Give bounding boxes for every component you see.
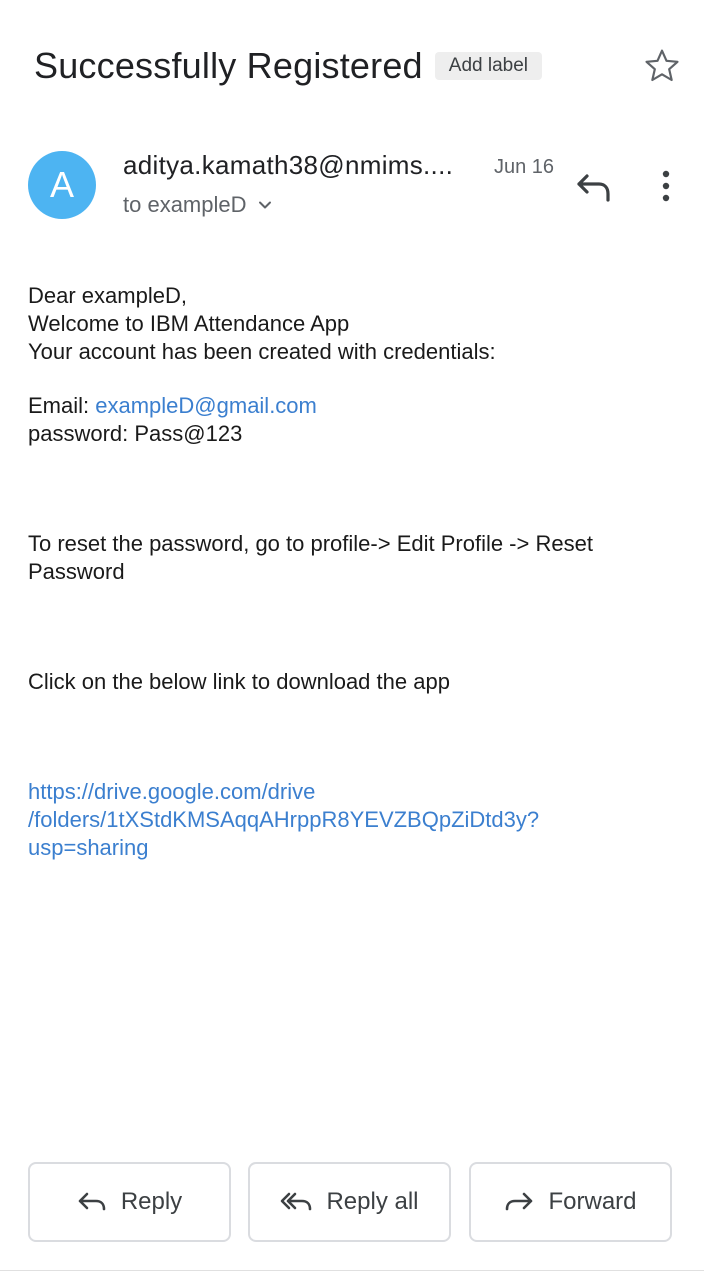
reply-button-label: Reply xyxy=(120,1188,183,1215)
forward-button[interactable]: Forward xyxy=(469,1162,672,1242)
email-date: Jun 16 xyxy=(494,156,555,178)
more-vertical-icon[interactable] xyxy=(654,166,678,206)
star-icon[interactable] xyxy=(642,46,682,86)
bottom-divider xyxy=(0,1270,704,1271)
sender-avatar[interactable]: A xyxy=(28,151,96,219)
download-instructions: Click on the below link to download the … xyxy=(28,669,450,694)
recipient-details-toggle[interactable]: to exampleD xyxy=(123,189,273,221)
password-credential-line: password: Pass@123 xyxy=(28,421,243,446)
email-subject: Successfully Registered xyxy=(34,45,423,86)
avatar-initial: A xyxy=(49,164,74,205)
chevron-down-icon xyxy=(258,201,271,209)
email-credential-label: Email: xyxy=(28,393,96,418)
greeting-text: Dear exampleD, xyxy=(28,283,187,308)
email-credential-line: Email: exampleD@gmail.com xyxy=(28,392,668,420)
forward-icon xyxy=(506,1192,533,1211)
download-link-part-3: usp=sharing xyxy=(28,835,149,860)
add-label-button[interactable]: Add label xyxy=(434,52,543,80)
recipient-label: to exampleD xyxy=(123,192,247,217)
welcome-text: Welcome to IBM Attendance App xyxy=(28,311,350,336)
reply-icon[interactable] xyxy=(573,166,617,206)
download-link-part-2: /folders/1tXStdKMSAqqAHrppR8YEVZBQpZiDtd… xyxy=(28,807,540,832)
reply-icon xyxy=(78,1192,106,1211)
subject-row: Successfully Registered Add label xyxy=(34,44,543,88)
reset-instructions: To reset the password, go to profile-> E… xyxy=(28,531,593,584)
download-link-part-1: https://drive.google.com/drive xyxy=(28,779,316,804)
email-body: Dear exampleD, Welcome to IBM Attendance… xyxy=(28,282,668,862)
reply-all-icon xyxy=(281,1192,312,1211)
reply-all-button[interactable]: Reply all xyxy=(248,1162,451,1242)
email-view: Successfully Registered Add label A adit… xyxy=(0,0,704,1280)
sender-address[interactable]: aditya.kamath38@nmims.... xyxy=(123,148,453,182)
reply-button[interactable]: Reply xyxy=(28,1162,231,1242)
account-text: Your account has been created with crede… xyxy=(28,339,496,364)
reply-all-button-label: Reply all xyxy=(326,1188,419,1215)
download-link[interactable]: https://drive.google.com/drive /folders/… xyxy=(28,778,668,862)
email-credential-link[interactable]: exampleD@gmail.com xyxy=(95,393,317,418)
forward-button-label: Forward xyxy=(548,1188,637,1215)
